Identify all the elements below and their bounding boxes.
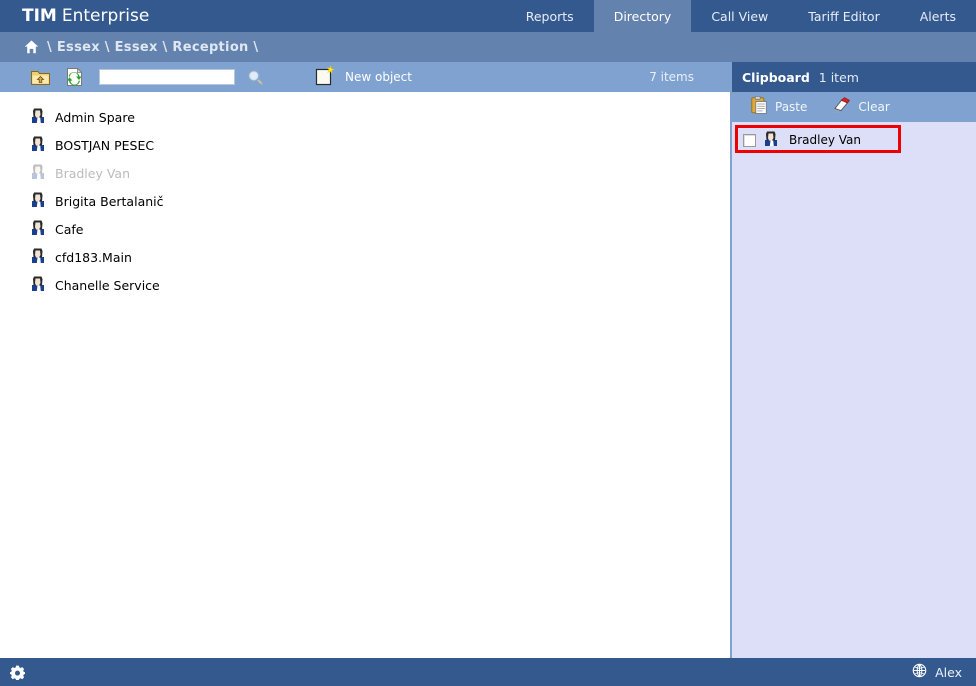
directory-list-panel: Admin Spare BOSTJAN PESEC Bradley Van Br… bbox=[0, 92, 730, 658]
list-item-label: Bradley Van bbox=[55, 165, 131, 181]
clipboard-item-label: Bradley Van bbox=[789, 133, 862, 147]
user-icon bbox=[31, 136, 45, 155]
new-document-icon bbox=[315, 65, 336, 90]
item-count: 7 items bbox=[649, 70, 694, 84]
user-icon bbox=[31, 220, 45, 239]
clipboard-actions: Paste Clear bbox=[732, 92, 976, 122]
refresh-icon[interactable] bbox=[61, 66, 87, 88]
user-icon bbox=[31, 164, 45, 183]
magnifier-icon[interactable] bbox=[245, 67, 265, 87]
current-user-label: Alex bbox=[935, 664, 962, 680]
clipboard-item-checkbox[interactable] bbox=[743, 133, 756, 147]
clipboard-count: 1 item bbox=[818, 69, 859, 85]
directory-toolbar: New object 7 items bbox=[0, 62, 731, 92]
app-header: TIM Enterprise Reports Directory Call Vi… bbox=[0, 0, 976, 32]
tab-call-view[interactable]: Call View bbox=[691, 0, 788, 32]
user-icon bbox=[31, 248, 45, 267]
tab-alerts[interactable]: Alerts bbox=[900, 0, 976, 32]
brand-name-light: Enterprise bbox=[61, 6, 150, 26]
tab-directory[interactable]: Directory bbox=[593, 0, 692, 32]
search-input[interactable] bbox=[99, 69, 235, 85]
clipboard-item[interactable]: Bradley Van bbox=[732, 127, 976, 153]
list-item[interactable]: BOSTJAN PESEC bbox=[0, 131, 730, 159]
folder-up-icon[interactable] bbox=[27, 66, 53, 88]
gear-icon[interactable] bbox=[10, 665, 25, 680]
list-item[interactable]: Chanelle Service bbox=[0, 271, 730, 299]
home-icon[interactable] bbox=[24, 40, 39, 54]
list-item-label: Chanelle Service bbox=[55, 277, 160, 293]
globe-icon bbox=[912, 663, 927, 682]
tab-reports[interactable]: Reports bbox=[506, 0, 594, 32]
clipboard-panel: Clipboard 1 item Paste Clear Bradley Van bbox=[732, 62, 976, 658]
directory-list: Admin Spare BOSTJAN PESEC Bradley Van Br… bbox=[0, 92, 730, 299]
clipboard-header: Clipboard 1 item bbox=[732, 62, 976, 92]
breadcrumb: \ Essex \ Essex \ Reception \ bbox=[0, 32, 976, 62]
paste-button[interactable]: Paste bbox=[751, 96, 807, 118]
main-navigation: Reports Directory Call View Tariff Edito… bbox=[506, 0, 976, 32]
list-item[interactable]: cfd183.Main bbox=[0, 243, 730, 271]
user-icon bbox=[31, 276, 45, 295]
list-item-label: Cafe bbox=[55, 221, 84, 237]
list-item[interactable]: Admin Spare bbox=[0, 103, 730, 131]
user-icon bbox=[31, 108, 45, 127]
list-item[interactable]: Brigita Bertalanič bbox=[0, 187, 730, 215]
list-item[interactable]: Bradley Van bbox=[0, 159, 730, 187]
list-item-label: Brigita Bertalanič bbox=[55, 193, 164, 209]
user-icon bbox=[764, 131, 778, 150]
clipboard-title: Clipboard bbox=[742, 69, 810, 85]
clear-button[interactable]: Clear bbox=[830, 97, 890, 117]
app-footer: Alex bbox=[0, 658, 976, 686]
paste-label: Paste bbox=[775, 100, 808, 114]
list-item-label: Admin Spare bbox=[55, 109, 135, 125]
application-window: TIM Enterprise Reports Directory Call Vi… bbox=[0, 0, 976, 686]
new-object-button[interactable]: New object bbox=[315, 65, 412, 90]
list-item[interactable]: Cafe bbox=[0, 215, 730, 243]
new-object-label: New object bbox=[345, 70, 412, 84]
eraser-icon bbox=[830, 97, 851, 117]
app-brand: TIM Enterprise bbox=[0, 0, 149, 32]
brand-name-bold: TIM bbox=[22, 6, 57, 26]
list-item-label: BOSTJAN PESEC bbox=[55, 137, 155, 153]
list-item-label: cfd183.Main bbox=[55, 249, 132, 265]
tab-tariff-editor[interactable]: Tariff Editor bbox=[788, 0, 899, 32]
user-icon bbox=[31, 192, 45, 211]
breadcrumb-path[interactable]: \ Essex \ Essex \ Reception \ bbox=[47, 40, 258, 55]
clear-label: Clear bbox=[858, 100, 890, 114]
clipboard-items: Bradley Van bbox=[732, 122, 976, 153]
paste-icon bbox=[751, 96, 767, 118]
current-user[interactable]: Alex bbox=[912, 663, 962, 682]
